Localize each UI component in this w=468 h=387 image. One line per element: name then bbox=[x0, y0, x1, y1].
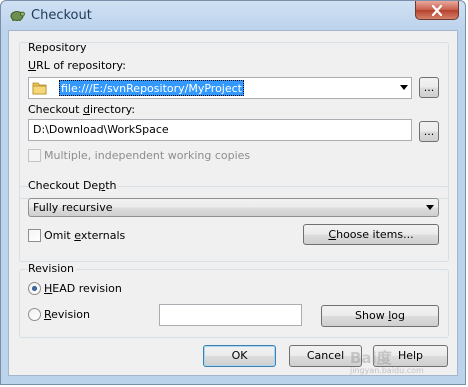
checkout-depth-group-title: Checkout Depth bbox=[28, 179, 119, 192]
revision-label: Revision bbox=[44, 308, 90, 321]
checkout-directory-label: Checkout directory: bbox=[28, 103, 136, 116]
title-bar[interactable]: Checkout bbox=[1, 1, 467, 31]
baidu-watermark: Bai度 bbox=[350, 349, 392, 367]
url-value: file:///E:/svnRepository/MyProject bbox=[59, 80, 244, 96]
window-title: Checkout bbox=[31, 8, 92, 23]
depth-select[interactable]: Fully recursive bbox=[28, 198, 439, 217]
revision-radio[interactable] bbox=[28, 308, 41, 321]
revision-input[interactable] bbox=[159, 304, 302, 326]
chevron-down-icon[interactable] bbox=[400, 85, 408, 90]
chevron-down-icon bbox=[426, 205, 434, 210]
dialog-body: Repository URL of repository: file:///E:… bbox=[8, 30, 458, 376]
head-revision-radio[interactable] bbox=[28, 282, 41, 295]
ok-button[interactable]: OK bbox=[203, 345, 276, 367]
multiple-working-copies-checkbox[interactable] bbox=[28, 149, 41, 162]
baidu-watermark-url: jingyan.baidu.com bbox=[350, 366, 424, 375]
url-browse-button[interactable]: ... bbox=[419, 77, 439, 98]
repository-group-title: Repository bbox=[28, 41, 87, 54]
choose-items-button[interactable]: Choose items... bbox=[303, 224, 439, 245]
directory-browse-button[interactable]: ... bbox=[419, 121, 439, 142]
checkout-directory-input[interactable]: D:\Download\WorkSpace bbox=[28, 119, 412, 141]
folder-icon bbox=[32, 82, 47, 95]
url-combobox[interactable]: file:///E:/svnRepository/MyProject bbox=[28, 77, 412, 99]
omit-externals-label: Omit externals bbox=[44, 229, 126, 242]
depth-select-value: Fully recursive bbox=[33, 201, 113, 214]
close-icon bbox=[431, 4, 443, 16]
revision-group-title: Revision bbox=[28, 262, 76, 275]
radio-selected-dot bbox=[32, 286, 37, 291]
close-button[interactable] bbox=[415, 1, 459, 20]
tortoisesvn-icon bbox=[10, 11, 25, 21]
head-revision-label: HEAD revision bbox=[44, 282, 122, 295]
show-log-button[interactable]: Show log bbox=[321, 305, 439, 327]
omit-externals-checkbox[interactable] bbox=[28, 229, 41, 242]
multiple-working-copies-label: Multiple, independent working copies bbox=[44, 149, 251, 162]
url-label: URL of repository: bbox=[28, 59, 126, 72]
